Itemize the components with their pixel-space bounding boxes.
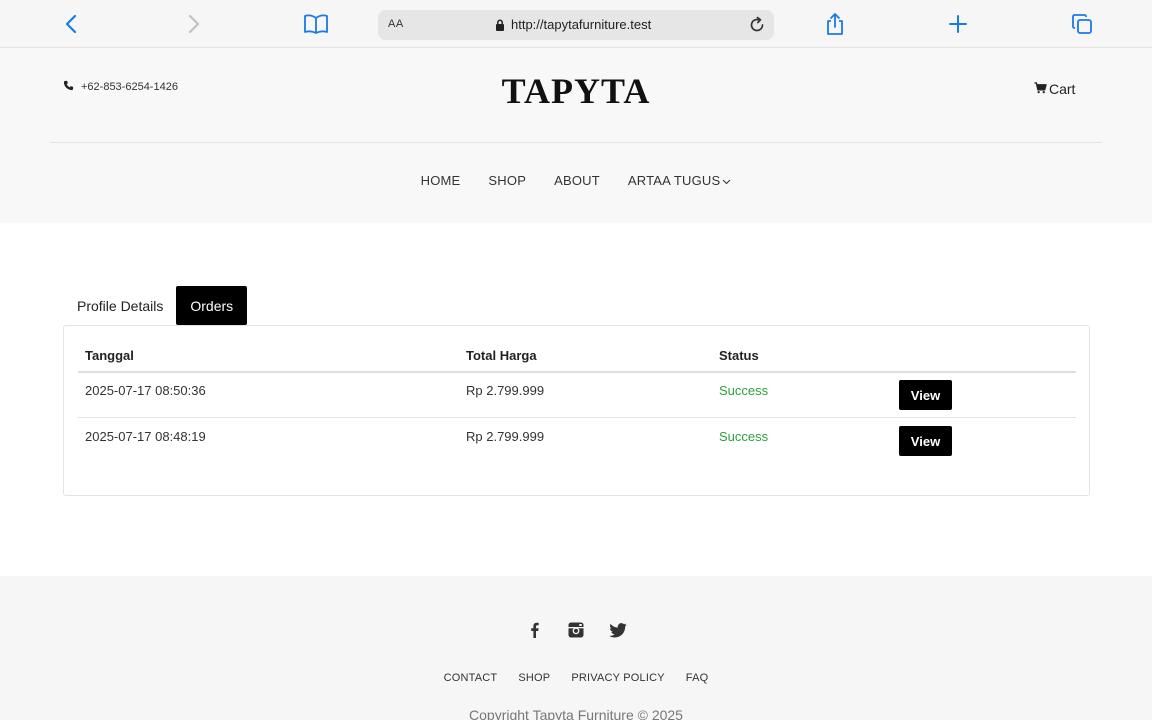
nav-about[interactable]: ABOUT [554, 173, 600, 188]
nav-home[interactable]: HOME [421, 173, 461, 188]
new-tab-plus-icon[interactable] [942, 8, 974, 40]
orders-table-header: Tanggal Total Harga Status [78, 326, 1076, 373]
copyright-text: Copyright Tapyta Furniture © 2025 [469, 707, 683, 720]
forward-arrow-icon[interactable] [178, 8, 210, 40]
view-order-button[interactable]: View [899, 380, 952, 410]
order-total: Rp 2.799.999 [466, 383, 545, 398]
nav-shop[interactable]: SHOP [488, 173, 526, 188]
tab-profile-details[interactable]: Profile Details [64, 286, 176, 325]
bookmarks-book-icon[interactable] [300, 8, 332, 40]
user-menu-label: ARTAA TUGUS [627, 173, 721, 188]
order-date: 2025-07-17 08:48:19 [85, 429, 206, 444]
account-tabs: Profile Details Orders [64, 286, 248, 325]
back-arrow-icon[interactable] [55, 8, 87, 40]
footer-links: CONTACT SHOP PRIVACY POLICY FAQ [0, 672, 1152, 684]
orders-card: Tanggal Total Harga Status 2025-07-17 08… [63, 325, 1090, 496]
reload-icon[interactable] [746, 14, 768, 36]
twitter-icon[interactable] [608, 620, 628, 640]
browser-toolbar: AA http://tapytafurniture.test [0, 0, 1152, 48]
cart-label: Cart [1049, 81, 1076, 97]
lock-icon [495, 18, 505, 36]
view-order-button[interactable]: View [899, 426, 952, 456]
tab-orders[interactable]: Orders [176, 286, 248, 325]
header-divider [50, 142, 1102, 143]
url-text: http://tapytafurniture.test [511, 17, 652, 32]
share-icon[interactable] [819, 8, 851, 40]
footer-link-contact[interactable]: CONTACT [444, 672, 498, 684]
column-header-tanggal: Tanggal [85, 348, 134, 363]
footer-link-shop[interactable]: SHOP [518, 672, 550, 684]
facebook-icon[interactable] [524, 620, 544, 640]
table-row: 2025-07-17 08:50:36 Rp 2.799.999 Success… [78, 373, 1076, 418]
brand-logo[interactable]: TAPYTA [0, 70, 1152, 112]
status-badge: Success [719, 429, 769, 444]
main-nav: HOME SHOP ABOUT ARTAA TUGUS [0, 173, 1152, 188]
site-footer: CONTACT SHOP PRIVACY POLICY FAQ Copyrigh… [0, 576, 1152, 720]
text-size-button[interactable]: AA [388, 18, 404, 30]
order-total: Rp 2.799.999 [466, 429, 545, 444]
chevron-down-icon [722, 173, 731, 188]
column-header-total-harga: Total Harga [466, 348, 537, 363]
cart-icon [1034, 81, 1047, 97]
order-date: 2025-07-17 08:50:36 [85, 383, 206, 398]
address-bar[interactable]: AA http://tapytafurniture.test [378, 10, 774, 40]
table-row: 2025-07-17 08:48:19 Rp 2.799.999 Success… [78, 419, 1076, 464]
nav-user-menu[interactable]: ARTAA TUGUS [628, 173, 732, 188]
cart-link[interactable]: Cart [1034, 81, 1075, 97]
status-badge: Success [719, 383, 769, 398]
column-header-status: Status [719, 348, 759, 363]
instagram-icon[interactable] [566, 620, 586, 640]
footer-link-privacy-policy[interactable]: PRIVACY POLICY [571, 672, 664, 684]
site-header: +62-853-6254-1426 TAPYTA Cart HOME SHOP … [0, 48, 1152, 223]
social-links [0, 620, 1152, 640]
footer-link-faq[interactable]: FAQ [686, 672, 709, 684]
tabs-overview-icon[interactable] [1066, 8, 1098, 40]
